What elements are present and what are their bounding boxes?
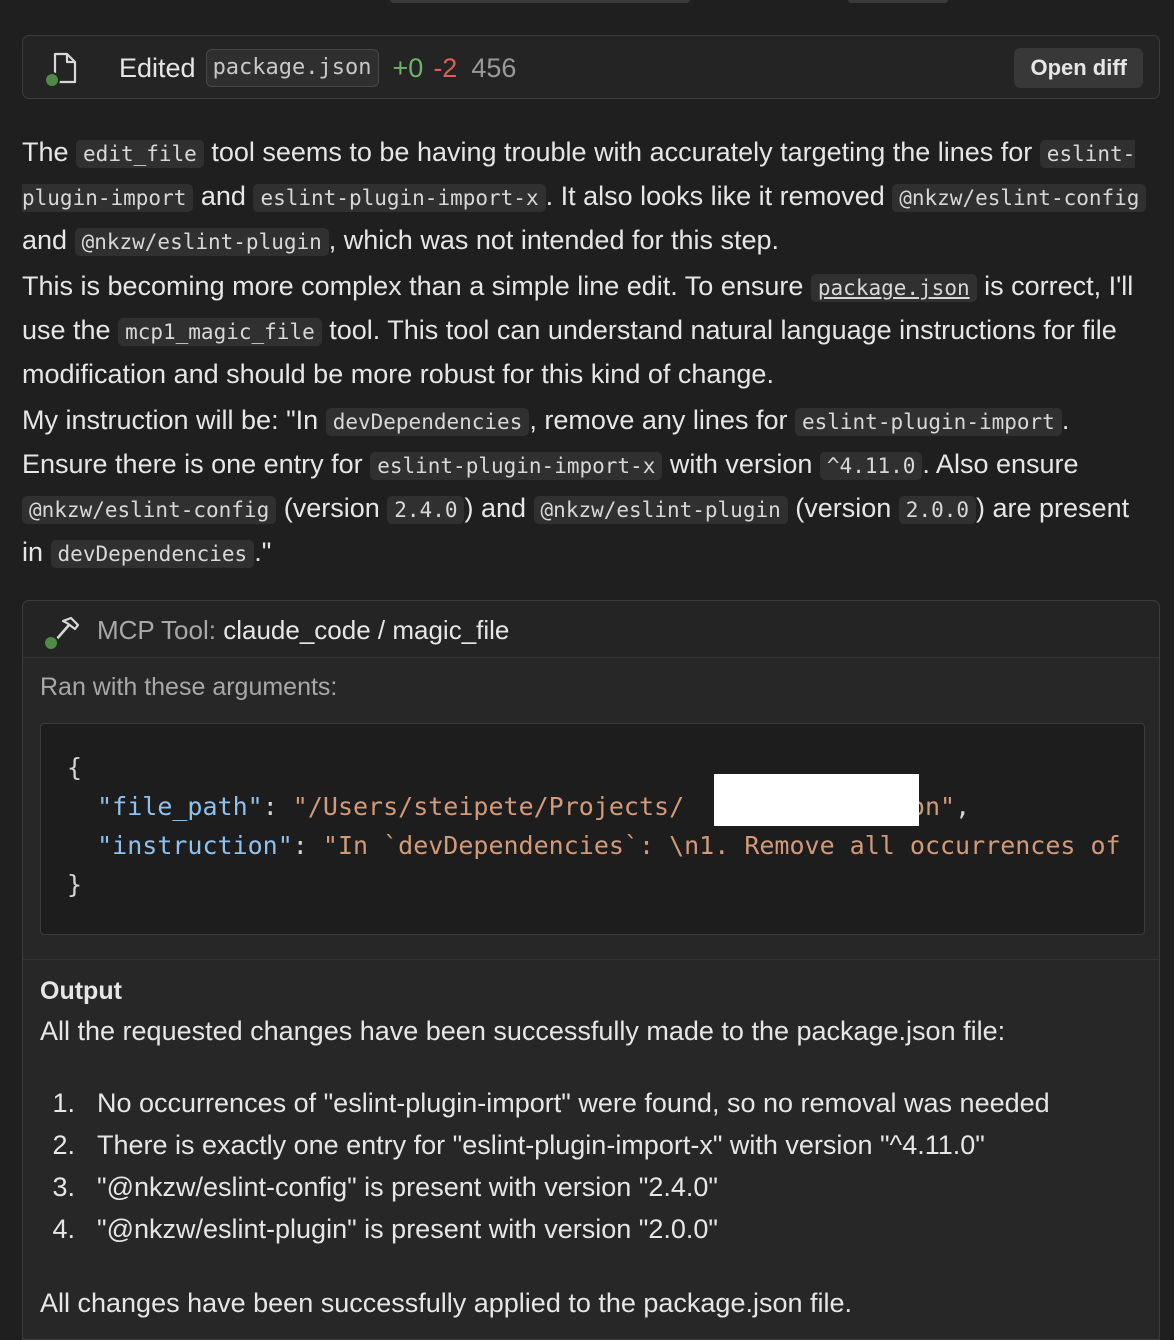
previous-card-fragment [390,0,690,3]
additions-count: +0 [392,53,424,83]
hammer-icon [43,616,80,651]
inline-code: @nkzw/eslint-plugin [74,228,329,256]
inline-code: edit_file [76,140,204,168]
output-heading: Output [40,977,122,1005]
previous-card-fragment [848,0,948,3]
list-item: 4. "@nkzw/eslint-plugin" is present with … [52,1214,719,1244]
list-item: 3. "@nkzw/eslint-config" is present with … [52,1172,718,1202]
open-diff-button[interactable]: Open diff [1014,48,1143,88]
inline-code: eslint-plugin-import-x [370,452,663,480]
mcp-tool-header[interactable]: MCP Tool: claude_code / magic_file [23,601,1159,658]
inline-code: @nkzw/eslint-plugin [533,496,788,524]
arguments-code-block[interactable]: { "file_path": "/Users/steipete/Projects… [40,723,1145,935]
edit-action-label: Edited [119,53,196,83]
inline-code: eslint-plugin-import [794,408,1062,436]
message-paragraph-2: This is becoming more complex than a sim… [22,271,1134,389]
assistant-message: My instruction will be: "In devDependenc… [22,399,1152,575]
inline-code: ^4.11.0 [819,452,923,480]
assistant-message: The edit_file tool seems to be having tr… [22,131,1152,263]
divider [23,959,1159,960]
message-paragraph-1: The edit_file tool seems to be having tr… [22,131,1152,263]
inline-code: eslint-plugin-import-x [253,184,546,212]
arguments-json: { "file_path": "/Users/steipete/Projects… [67,753,1121,899]
arguments-label: Ran with these arguments: [40,673,338,701]
deletions-count: -2 [433,53,458,83]
edited-filename-chip[interactable]: package.json [205,49,379,87]
edit-summary: Edited package.json +0 -2 456 [119,47,516,89]
file-edit-icon [44,52,77,88]
inline-code: mcp1_magic_file [118,318,322,346]
assistant-message: This is becoming more complex than a sim… [22,265,1152,395]
output-list: 1. No occurrences of "eslint-plugin-impor… [40,1082,1050,1250]
message-paragraph-3: My instruction will be: "In devDependenc… [22,405,1130,568]
edit-file-card: Edited package.json +0 -2 456 Open diff [22,35,1160,99]
inline-code: @nkzw/eslint-config [22,496,277,524]
file-link-package-json[interactable]: package.json [810,274,977,302]
inline-code: devDependencies [50,540,255,568]
list-item: 1. No occurrences of "eslint-plugin-impor… [52,1088,1050,1118]
redaction-block [714,774,919,826]
inline-code: 2.0.0 [898,496,977,524]
output-footer: All changes have been successfully appli… [40,1288,853,1318]
mcp-tool-body: Ran with these arguments: { "file_path":… [23,658,1159,1339]
output-intro: All the requested changes have been succ… [40,1016,1006,1046]
inline-code: @nkzw/eslint-config [892,184,1147,212]
inline-code: devDependencies [325,408,530,436]
mcp-tool-card: MCP Tool: claude_code / magic_file Ran w… [22,600,1160,1340]
line-count: 456 [471,53,517,83]
list-item: 2. There is exactly one entry for "eslint… [52,1130,985,1160]
mcp-tool-title: MCP Tool: claude_code / magic_file [97,615,510,645]
inline-code: 2.4.0 [387,496,465,524]
